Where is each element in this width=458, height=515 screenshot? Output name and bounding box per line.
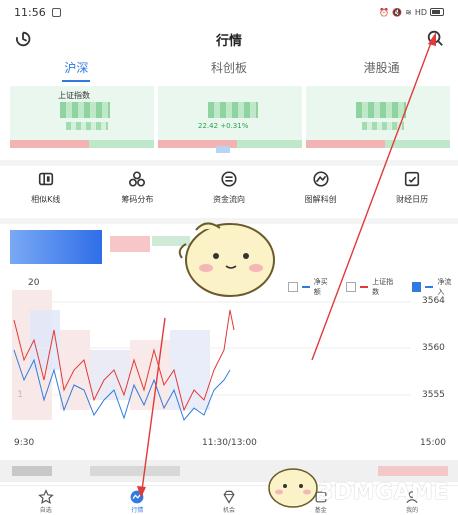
nav-item-watchlist[interactable]: 自选	[0, 486, 92, 515]
index-change-blurred	[362, 122, 404, 130]
money-flow-icon	[221, 171, 237, 187]
bottom-ticker-strip	[0, 460, 458, 482]
search-icon[interactable]	[426, 29, 444, 47]
title-bar: 行情	[0, 24, 458, 54]
left-axis-tick: 20	[28, 278, 40, 288]
chart-guide-icon	[313, 171, 329, 187]
nav-label: 自选	[39, 507, 52, 514]
nav-item-market[interactable]: 行情	[92, 486, 184, 515]
tab-hk-connect[interactable]: 港股通	[305, 56, 458, 82]
tool-similar-kline[interactable]: 相似K线	[0, 170, 92, 214]
nav-label: 我的	[406, 507, 419, 514]
index-change-blurred	[66, 122, 108, 130]
market-tabs: 沪深 科创板 港股通	[0, 56, 458, 82]
watermark-text: 3DMGAME	[318, 480, 449, 505]
watermark-mascot	[268, 468, 318, 508]
diamond-icon	[223, 490, 235, 504]
index-value-blurred	[208, 102, 258, 118]
notification-icon	[51, 7, 61, 17]
tool-label: 图解科创	[304, 195, 337, 204]
tool-chip-distribution[interactable]: 筹码分布	[92, 170, 184, 214]
legend-line-icon	[425, 286, 434, 288]
index-card[interactable]: 上证指数	[10, 86, 154, 148]
alarm-icon: ⏰	[379, 7, 390, 17]
index-breadth-bar	[306, 140, 450, 148]
legend-line-icon	[360, 286, 369, 288]
tool-label: 筹码分布	[121, 195, 154, 204]
index-change: 22.42 +0.31%	[198, 122, 249, 130]
money-flow-chart[interactable]	[0, 290, 458, 440]
calendar-icon	[405, 171, 420, 187]
mute-icon: 🔇	[392, 7, 403, 17]
star-icon	[37, 489, 54, 504]
status-bar: 11:56 ⏰ 🔇 ≋ HD	[0, 0, 458, 24]
index-card[interactable]	[306, 86, 450, 148]
tab-hushen[interactable]: 沪深	[0, 56, 153, 82]
nav-label: 行情	[131, 507, 144, 514]
status-time: 11:56	[14, 5, 46, 19]
index-card[interactable]: 22.42 +0.31%	[158, 86, 302, 148]
index-name: 上证指数	[58, 91, 90, 100]
tool-money-flow[interactable]: 资金流向	[183, 170, 275, 214]
ticker-blurred	[378, 466, 448, 476]
tool-label: 资金流向	[212, 195, 245, 204]
tab-star-market[interactable]: 科创板	[153, 56, 306, 82]
index-breadth-bar	[10, 140, 154, 148]
nav-item-opportunity[interactable]: 机会	[183, 486, 275, 515]
battery-icon	[430, 8, 444, 16]
index-cards: 上证指数 22.42 +0.31%	[10, 86, 450, 148]
page-title: 行情	[215, 34, 242, 49]
tool-finance-calendar[interactable]: 财经日历	[366, 170, 458, 214]
market-icon	[130, 490, 144, 504]
index-value-blurred	[60, 102, 110, 118]
tool-chart-guide[interactable]: 图解科创	[275, 170, 367, 214]
kline-icon	[38, 172, 53, 186]
wifi-icon: ≋	[405, 7, 412, 17]
network-label: HD	[414, 7, 427, 17]
carousel-indicator	[216, 146, 230, 153]
tool-label: 相似K线	[31, 195, 61, 204]
divider	[0, 160, 458, 166]
chips-icon	[129, 171, 146, 187]
tool-label: 财经日历	[396, 195, 429, 204]
ticker-blurred	[90, 466, 180, 476]
ticker-blurred	[12, 466, 52, 476]
tools-row: 相似K线 筹码分布 资金流向 图解科创 财经日历	[0, 170, 458, 214]
net-buy-blurred	[110, 236, 150, 252]
nav-label: 机会	[222, 507, 235, 514]
index-value-blurred	[356, 102, 406, 118]
mascot-sticker	[178, 222, 275, 297]
chart-blur-cells	[12, 290, 210, 420]
index-breadth-bar	[158, 140, 302, 148]
net-inflow-bar-blurred	[10, 230, 102, 264]
legend-line-icon	[301, 286, 310, 288]
